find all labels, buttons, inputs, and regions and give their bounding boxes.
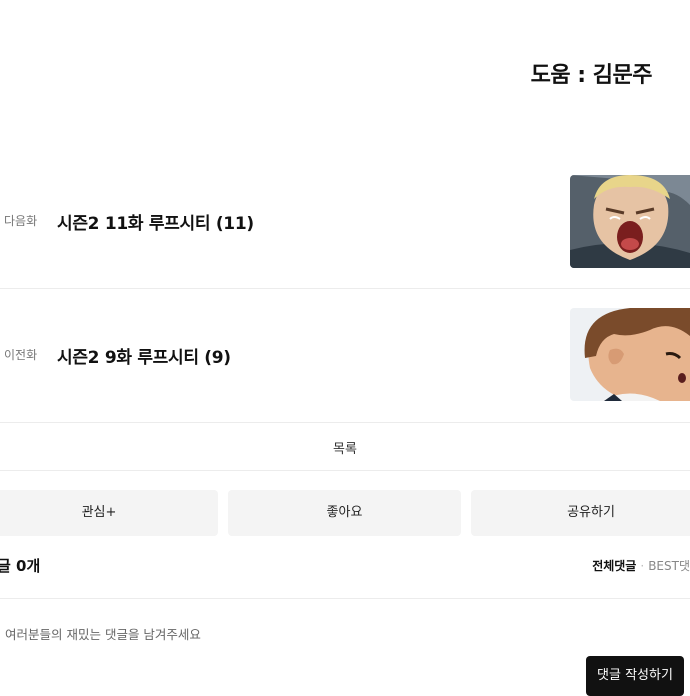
previous-episode-title[interactable]: 시즌2 9화 루프시티 (9) — [57, 343, 231, 368]
add-interest-button[interactable]: 관심+ — [0, 490, 218, 536]
next-episode-thumbnail[interactable] — [570, 175, 690, 268]
sort-all-comments[interactable]: 전체댓글 — [592, 559, 636, 573]
author-credit: 도움 : 김문주 — [530, 63, 653, 88]
comment-sort-tabs: 전체댓글 · BEST댓 — [592, 557, 690, 574]
previous-episode-label: 이전화 — [4, 348, 38, 362]
like-button[interactable]: 좋아요 — [228, 490, 461, 536]
previous-episode-row[interactable]: 이전화 시즌2 9화 루프시티 (9) — [0, 288, 690, 422]
sort-separator: · — [640, 559, 645, 573]
episode-list-label: 목록 — [333, 442, 357, 457]
write-comment-button[interactable]: 댓글 작성하기 — [586, 656, 684, 696]
comment-input[interactable]: 여러분들의 재밌는 댓글을 남겨주세요 — [5, 624, 201, 643]
sort-best-comments[interactable]: BEST댓 — [648, 559, 690, 573]
comment-count: 글 0개 — [0, 557, 41, 575]
previous-episode-thumbnail[interactable] — [570, 308, 690, 401]
next-episode-title[interactable]: 시즌2 11화 루프시티 (11) — [57, 209, 254, 234]
episode-list-button[interactable]: 목록 — [0, 422, 690, 471]
share-button[interactable]: 공유하기 — [471, 490, 690, 536]
comment-divider — [0, 598, 690, 599]
next-episode-label: 다음화 — [4, 214, 38, 228]
next-episode-row[interactable]: 다음화 시즌2 11화 루프시티 (11) — [0, 154, 690, 289]
